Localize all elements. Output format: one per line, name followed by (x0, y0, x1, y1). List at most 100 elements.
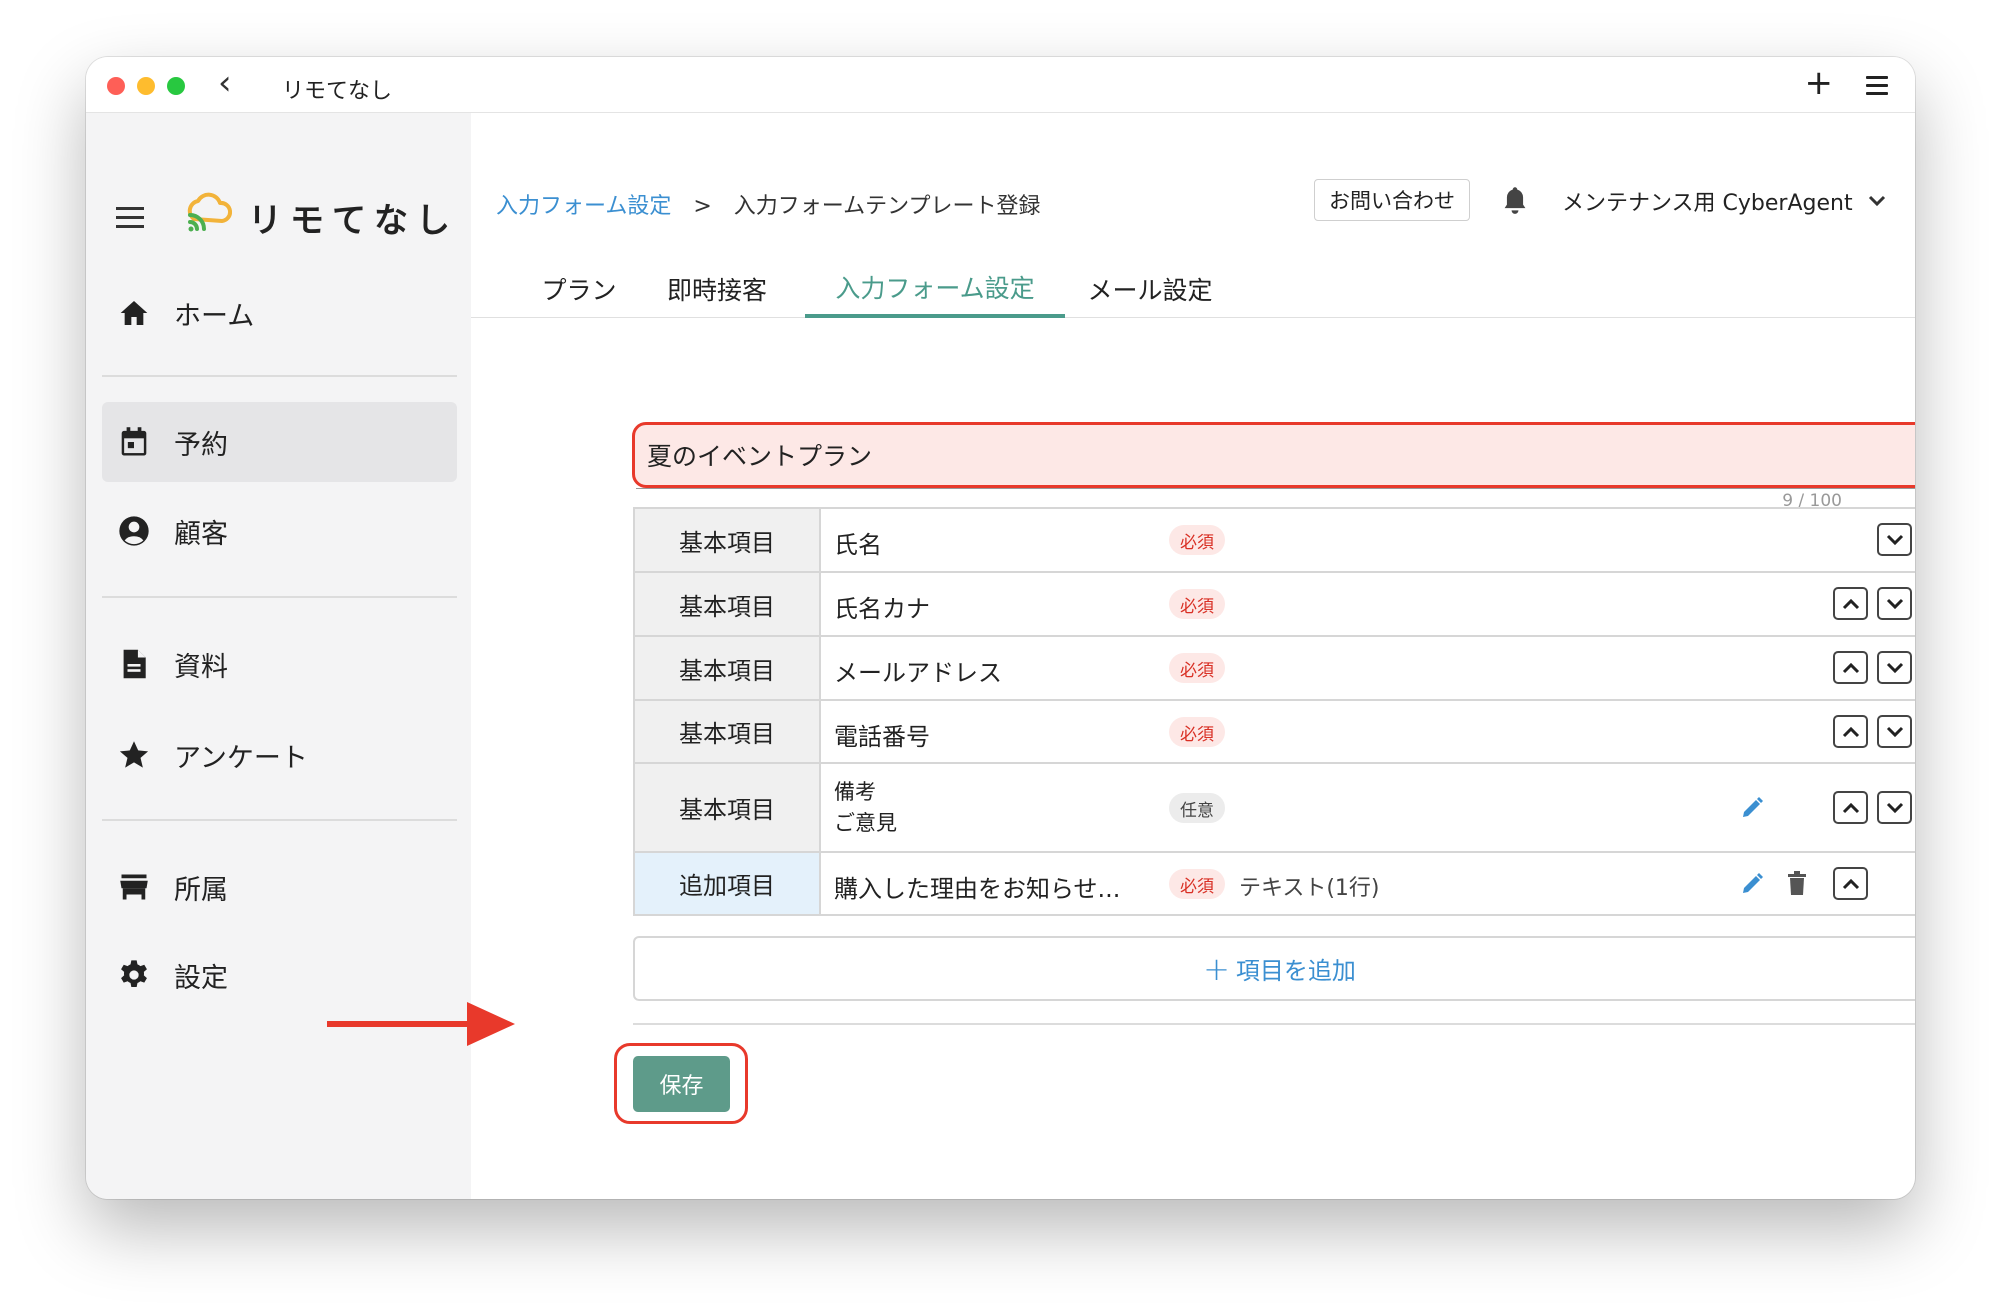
move-down-button[interactable] (1877, 523, 1912, 556)
category-cell: 基本項目 (633, 571, 821, 637)
field-cell: 購入した理由をお知らせ... 必須 テキスト(1行) (819, 851, 1915, 916)
logo-icon (187, 192, 232, 232)
move-up-button[interactable] (1833, 587, 1868, 620)
required-badge: 必須 (1169, 525, 1225, 555)
category-cell: 追加項目 (633, 851, 821, 916)
chevron-left-icon[interactable]: ‹ (218, 65, 232, 101)
sidebar-divider (102, 375, 457, 377)
sidebar-item-survey[interactable]: アンケート (102, 715, 457, 795)
move-up-button[interactable] (1833, 867, 1868, 900)
contact-button[interactable]: お問い合わせ (1314, 179, 1470, 221)
template-name-underline (636, 488, 1915, 489)
required-badge: 必須 (1169, 869, 1225, 899)
window-title: リモてなし (282, 79, 393, 104)
form-fields-table: 基本項目 氏名 必須 基本項目 氏名カナ 必須 基本項目 メールアドレス 必須 … (633, 507, 1915, 916)
field-name-line-2: ご意見 (834, 811, 897, 835)
table-row: 追加項目 購入した理由をお知らせ... 必須 テキスト(1行) (633, 851, 1915, 916)
sidebar-item-reservations[interactable]: 予約 (102, 402, 457, 482)
table-row: 基本項目 氏名 必須 (633, 507, 1915, 573)
breadcrumb-current: 入力フォームテンプレート登録 (733, 194, 1041, 219)
save-button[interactable]: 保存 (633, 1056, 730, 1112)
maximize-window-button[interactable] (167, 77, 185, 95)
move-down-button[interactable] (1877, 587, 1912, 620)
required-badge: 必須 (1169, 653, 1225, 683)
category-cell: 基本項目 (633, 635, 821, 701)
move-down-button[interactable] (1877, 715, 1912, 748)
sidebar-item-affiliation[interactable]: 所属 (102, 847, 457, 927)
logo-text: リモてなし (248, 201, 458, 241)
plus-icon: + (1203, 949, 1230, 988)
field-cell: メールアドレス 必須 (819, 635, 1915, 701)
chevron-down-icon (1886, 726, 1903, 737)
sidebar-item-label: 顧客 (174, 518, 228, 550)
user-name: メンテナンス用 CyberAgent (1562, 191, 1853, 216)
required-badge: 必須 (1169, 589, 1225, 619)
document-icon (116, 646, 152, 682)
menu-icon[interactable] (1866, 76, 1888, 95)
move-down-button[interactable] (1877, 791, 1912, 824)
field-cell: 氏名カナ 必須 (819, 571, 1915, 637)
move-down-button[interactable] (1877, 651, 1912, 684)
sidebar-item-home[interactable]: ホーム (102, 273, 457, 353)
chevron-up-icon (1842, 662, 1859, 673)
pencil-icon[interactable] (1740, 796, 1764, 820)
breadcrumb: 入力フォーム設定 > 入力フォームテンプレート登録 (496, 188, 1040, 220)
template-name-input[interactable] (635, 425, 1915, 485)
star-icon (116, 737, 152, 773)
breadcrumb-parent-link[interactable]: 入力フォーム設定 (496, 194, 671, 219)
sidebar-divider (102, 819, 457, 821)
chevron-up-icon (1842, 802, 1859, 813)
table-row: 基本項目 メールアドレス 必須 (633, 635, 1915, 701)
optional-badge: 任意 (1169, 793, 1225, 823)
field-name: メールアドレス (834, 659, 1002, 687)
account-circle-icon (116, 513, 152, 549)
chevron-down-icon (1886, 662, 1903, 673)
content-divider (633, 1023, 1915, 1025)
field-type: テキスト(1行) (1239, 876, 1380, 901)
chevron-up-icon (1842, 598, 1859, 609)
add-item-button[interactable]: + 項目を追加 (633, 936, 1915, 1001)
chevron-down-icon (1886, 802, 1903, 813)
tab-input-form-settings[interactable]: 入力フォーム設定 (805, 259, 1065, 318)
move-up-button[interactable] (1833, 791, 1868, 824)
move-up-button[interactable] (1833, 651, 1868, 684)
field-name: 購入した理由をお知らせ... (834, 875, 1121, 903)
plus-icon[interactable]: + (1805, 65, 1834, 101)
field-name: 氏名カナ (834, 595, 930, 623)
move-up-button[interactable] (1833, 715, 1868, 748)
field-name: 電話番号 (834, 723, 930, 751)
gear-icon (116, 957, 152, 993)
sidebar-menu-icon[interactable] (116, 207, 144, 234)
minimize-window-button[interactable] (137, 77, 155, 95)
calendar-icon (116, 424, 152, 460)
sidebar-divider (102, 596, 457, 598)
table-row: 基本項目 電話番号 必須 (633, 699, 1915, 764)
field-cell: 電話番号 必須 (819, 699, 1915, 764)
chevron-down-icon (1886, 598, 1903, 609)
sidebar-item-label: 資料 (174, 651, 228, 683)
trash-icon[interactable] (1787, 871, 1807, 896)
close-window-button[interactable] (107, 77, 125, 95)
sidebar-item-label: アンケート (174, 742, 308, 774)
chevron-up-icon (1842, 878, 1859, 889)
user-menu[interactable]: メンテナンス用 CyberAgent (1562, 185, 1887, 217)
required-badge: 必須 (1169, 717, 1225, 747)
tab-instant-service[interactable]: 即時接客 (643, 259, 791, 318)
tab-mail-settings[interactable]: メール設定 (1075, 259, 1225, 318)
main-content: 入力フォーム設定 > 入力フォームテンプレート登録 お問い合わせ メンテナンス用 C… (471, 113, 1915, 1199)
field-name: 氏名 (834, 531, 882, 559)
category-cell: 基本項目 (633, 699, 821, 764)
tab-bar: プラン 即時接客 入力フォーム設定 メール設定 (471, 259, 1915, 318)
sidebar-item-customers[interactable]: 顧客 (102, 491, 457, 571)
tab-plan[interactable]: プラン (515, 259, 643, 318)
add-item-label: 項目を追加 (1235, 957, 1356, 985)
field-cell: 備考 ご意見 任意 (819, 762, 1915, 853)
field-cell: 氏名 必須 (819, 507, 1915, 573)
pencil-icon[interactable] (1740, 872, 1764, 896)
field-name-line-1: 備考 (834, 780, 876, 804)
arrow-annotation-icon (327, 1002, 515, 1046)
sidebar-item-documents[interactable]: 資料 (102, 624, 457, 704)
template-name-field[interactable] (632, 422, 1915, 488)
bell-icon[interactable] (1501, 185, 1529, 215)
sidebar-item-label: 設定 (174, 962, 228, 994)
